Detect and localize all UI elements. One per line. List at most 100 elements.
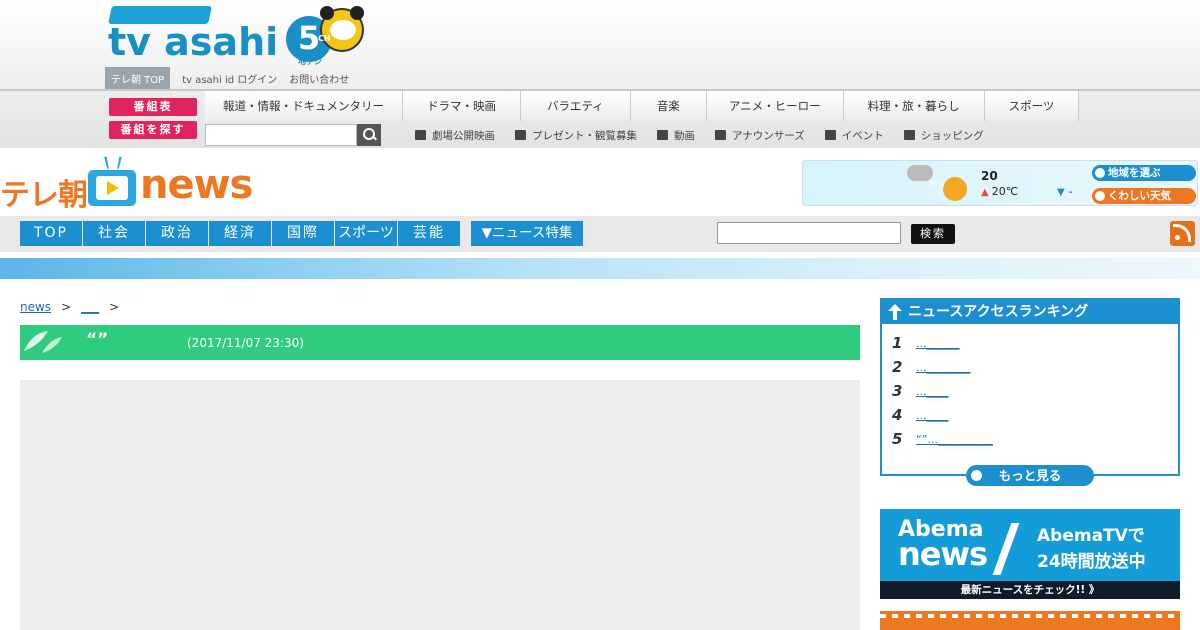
access-ranking: ニュースアクセスランキング 1 ...______ 2 ...________ 3.… [880,298,1180,476]
ranking-title: ニュースアクセスランキング [908,304,1089,320]
ranking-link[interactable]: ...____ [916,409,949,422]
rank-number: 1 [892,334,903,352]
breadcrumb-separator: > [109,300,120,314]
weather-city: 20 [981,169,998,183]
tab-society[interactable]: 社会 [83,221,145,246]
site-header: tv asahi 5 CH 地デジ テレ朝 TOP tv asahi id ログ… [0,0,1200,148]
article-header: “” (2017/11/07 23:30) [20,325,860,360]
genre-sports[interactable]: スポーツ [984,91,1080,121]
ranking-link[interactable]: ...______ [916,337,960,350]
genre-anime-hero[interactable]: アニメ・ヒーロー [706,91,844,121]
ranking-list: 1 ...______ 2 ...________ 3 ...____ 4 ...___… [882,324,1178,451]
decorative-banner [0,258,1200,279]
link-movies[interactable]: 劇場公開映画 [415,128,495,143]
tab-entertainment[interactable]: 芸能 [398,221,460,246]
ranking-link[interactable]: “”...__________ [916,433,993,446]
rank-number: 4 [892,406,903,424]
tab-international[interactable]: 国際 [272,221,334,246]
ranking-link[interactable]: ...____ [916,385,949,398]
weather-condition: 時々 [930,180,946,189]
tere-asa-news-logo[interactable]: テレ朝 news [0,156,262,213]
see-more-button[interactable]: もっと見る [966,465,1094,486]
high-temp: 20℃ [991,185,1019,198]
abema-line2: 24時間放送中 [1037,552,1146,572]
tv-play-icon [88,156,136,206]
link-shopping[interactable]: ショッピング [903,128,984,143]
abema-cta-strip: 最新ニュースをチェック!! 》 [880,581,1180,599]
tab-economy[interactable]: 経済 [209,221,271,246]
panda-mascot-icon [320,6,364,52]
news-search-input[interactable] [717,222,901,244]
camera-icon [415,130,426,140]
channel-label: 地デジ [298,57,322,66]
link-contact[interactable]: お問い合わせ [289,71,349,86]
ranking-item: 4 ...____ [892,403,1178,427]
ranking-item: 5 “”...__________ [892,427,1178,451]
genre-music[interactable]: 音楽 [630,91,707,121]
shopping-bag-icon [903,130,915,140]
site-search-input[interactable] [205,124,357,146]
ranking-item: 3 ...____ [892,379,1178,403]
ranking-item: 1 ...______ [892,331,1178,355]
news-feature-dropdown[interactable]: ▼ニュース特集 [471,221,583,246]
select-region-button[interactable]: 地域を選ぶ [1092,165,1196,181]
link-presents[interactable]: プレゼント・観覧募集 [515,128,637,143]
genre-drama-movie[interactable]: ドラマ・映画 [403,91,521,121]
link-label: 動画 [674,129,695,142]
tv-asahi-logo[interactable]: tv asahi 5 CH 地デジ [108,6,368,66]
ranking-item: 2 ...________ [892,355,1178,379]
link-tv-asahi-id-login[interactable]: tv asahi id ログイン [182,71,277,86]
article-date: (2017/11/07 23:30) [187,336,304,350]
channel-suffix: CH [318,34,331,43]
search-icon[interactable] [357,124,381,146]
link-label: プレゼント・観覧募集 [532,129,637,142]
weather-high: ▲ 20℃ [981,185,1018,198]
link-tere-asa-top[interactable]: テレ朝 TOP [105,66,171,90]
link-videos[interactable]: 動画 [657,128,695,143]
rank-number: 3 [892,382,903,400]
slash-divider [992,523,1020,575]
rss-icon[interactable] [1170,221,1195,246]
link-label: アナウンサーズ [732,129,805,142]
breadcrumb: news > ___ > [20,300,129,314]
genre-cooking-travel[interactable]: 料理・旅・暮らし [843,91,985,121]
article-title: “” [86,330,109,350]
tab-sports[interactable]: スポーツ [335,221,397,246]
abema-brand-bottom: news [898,535,988,573]
detailed-weather-button[interactable]: くわしい天気 [1092,188,1196,204]
utility-top-links: テレ朝 TOP tv asahi id ログイン お問い合わせ [105,66,361,90]
link-label: イベント [841,129,884,142]
breadcrumb-root[interactable]: news [20,300,51,314]
film-strip-banner[interactable] [880,611,1180,630]
genre-nav: 報道・情報・ドキュメンタリー ドラマ・映画 バラエティ 音楽 アニメ・ヒーロー … [205,91,1080,121]
ranking-header: ニュースアクセスランキング [882,300,1178,324]
rank-number: 5 [892,430,903,448]
video-player-area[interactable] [20,380,860,630]
service-links: 劇場公開映画 プレゼント・観覧募集 動画 アナウンサーズ イベント ショッピング [415,124,1004,146]
logo-prefix: テレ朝 [0,178,88,213]
link-label: 劇場公開映画 [432,129,495,142]
breadcrumb-category[interactable]: ___ [81,300,99,314]
link-announcers[interactable]: アナウンサーズ [715,128,805,143]
genre-variety[interactable]: バラエティ [521,91,631,121]
link-label: ショッピング [920,129,984,142]
link-events[interactable]: イベント [824,128,884,143]
genre-news-info[interactable]: 報道・情報・ドキュメンタリー [205,91,403,121]
news-search-button[interactable]: 検索 [911,224,955,244]
microphone-icon [715,130,726,140]
abema-news-banner[interactable]: Abema news AbemaTVで 24時間放送中 最新ニュースをチェック!… [880,509,1180,599]
sun-icon [943,177,967,201]
gift-icon [515,130,526,140]
arrow-up-icon [888,304,902,320]
logo-text: tv asahi [108,20,279,64]
tab-top[interactable]: TOP [20,221,82,246]
low-temp: - [1068,185,1073,198]
ranking-link[interactable]: ...________ [916,361,971,374]
find-program-button[interactable]: 番組を探す [109,121,197,139]
leaf-icon [24,331,62,353]
tab-politics[interactable]: 政治 [146,221,208,246]
program-guide-button[interactable]: 番組表 [109,98,197,116]
breadcrumb-separator: > [61,300,72,314]
weather-low: ▼ - [1057,185,1073,198]
logo-word: news [140,162,253,208]
